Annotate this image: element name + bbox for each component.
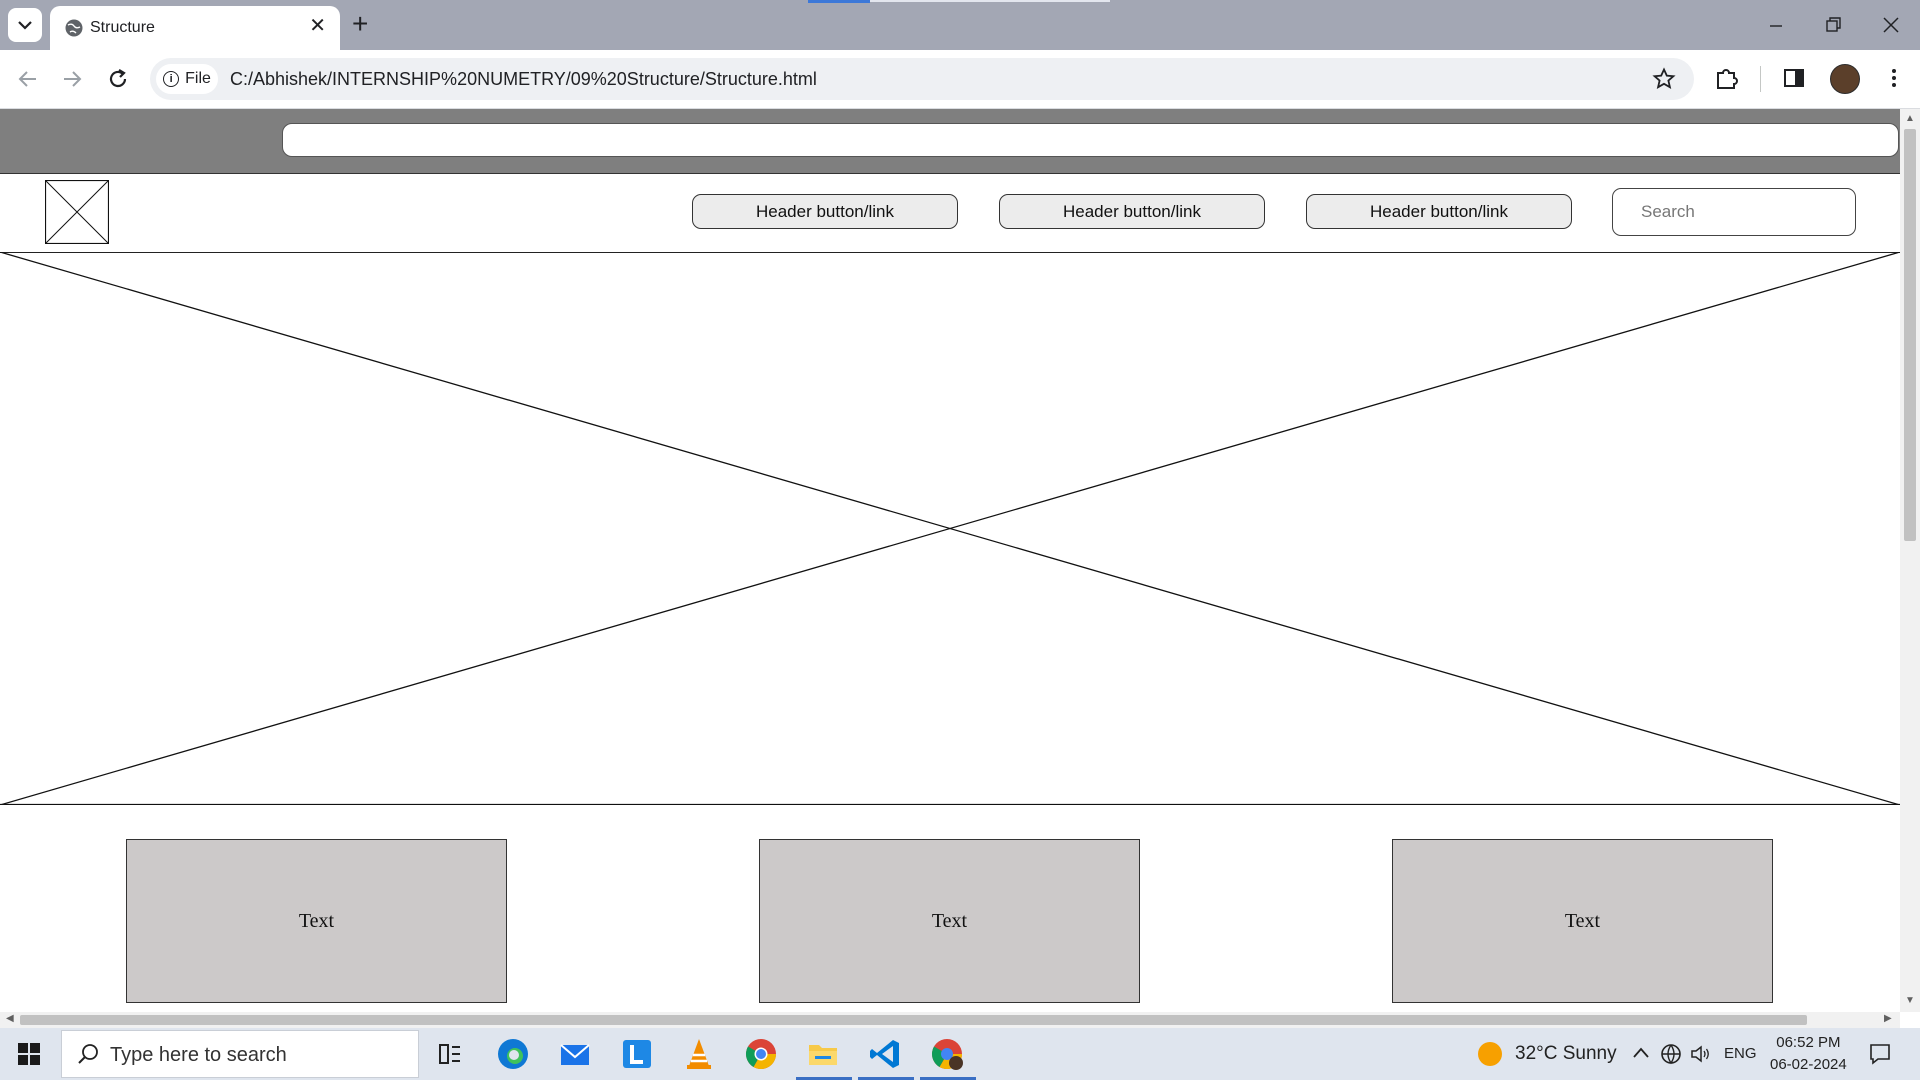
text-card-2: Text	[759, 839, 1140, 1003]
minimize-icon[interactable]	[1768, 18, 1784, 34]
star-icon[interactable]	[1652, 67, 1676, 91]
extensions-icon[interactable]	[1714, 65, 1740, 91]
scroll-right-icon[interactable]: ▶	[1884, 1013, 1892, 1024]
page-viewport: Header button/link Header button/link He…	[0, 109, 1900, 1012]
site-info-button[interactable]: i File	[156, 64, 218, 94]
restore-icon[interactable]	[1825, 16, 1843, 34]
logo-placeholder-image	[45, 180, 109, 244]
mail-icon[interactable]	[557, 1036, 593, 1072]
file-explorer-icon[interactable]	[805, 1036, 841, 1072]
vertical-scrollbar[interactable]: ▲ ▼	[1900, 109, 1920, 1012]
header-button-1[interactable]: Header button/link	[692, 194, 958, 229]
clock-time: 06:52 PM	[1776, 1034, 1841, 1051]
scroll-up-icon[interactable]: ▲	[1905, 113, 1915, 124]
windows-start-icon[interactable]	[18, 1043, 40, 1065]
scroll-left-icon[interactable]: ◀	[6, 1013, 14, 1024]
text-card-1: Text	[126, 839, 507, 1003]
windows-taskbar: Type here to search 32°C Sunny ENG 06:52…	[0, 1028, 1920, 1080]
loading-indicator	[808, 0, 870, 3]
chrome-profile-icon[interactable]	[929, 1036, 965, 1072]
url-text[interactable]: C:/Abhishek/INTERNSHIP%20NUMETRY/09%20St…	[230, 69, 817, 90]
search-icon	[78, 1044, 98, 1064]
language-indicator[interactable]: ENG	[1724, 1045, 1757, 1062]
globe-network-icon[interactable]	[1660, 1043, 1682, 1065]
scroll-down-icon[interactable]: ▼	[1905, 995, 1915, 1006]
clock[interactable]: 06:52 PM 06-02-2024	[1770, 1032, 1847, 1076]
tab-strip: Structure ✕ +	[0, 0, 1920, 50]
chrome-icon[interactable]	[743, 1036, 779, 1072]
top-bar	[0, 109, 1900, 174]
back-icon[interactable]	[16, 67, 40, 91]
header-search-input[interactable]	[1612, 188, 1856, 236]
taskbar-search-box[interactable]: Type here to search	[61, 1030, 419, 1078]
active-tab[interactable]: Structure ✕	[50, 6, 340, 50]
address-bar[interactable]: i File C:/Abhishek/INTERNSHIP%20NUMETRY/…	[150, 58, 1694, 100]
site-header: Header button/link Header button/link He…	[0, 174, 1900, 253]
tab-search-button[interactable]	[8, 8, 42, 42]
top-bar-input[interactable]	[282, 123, 1899, 157]
task-view-icon[interactable]	[432, 1036, 468, 1072]
text-card-3: Text	[1392, 839, 1773, 1003]
header-button-3[interactable]: Header button/link	[1306, 194, 1572, 229]
site-chip-label: File	[185, 70, 211, 87]
tab-title: Structure	[90, 19, 155, 36]
weather-text[interactable]: 32°C Sunny	[1515, 1043, 1617, 1065]
chevron-up-icon[interactable]	[1632, 1046, 1650, 1060]
speaker-icon[interactable]	[1690, 1044, 1712, 1064]
close-window-icon[interactable]	[1882, 16, 1900, 34]
taskbar-search-placeholder: Type here to search	[110, 1044, 287, 1066]
plus-icon[interactable]: +	[352, 10, 368, 38]
reload-icon[interactable]	[106, 67, 130, 91]
more-icon[interactable]	[1882, 66, 1906, 90]
header-button-2[interactable]: Header button/link	[999, 194, 1265, 229]
vertical-scroll-thumb[interactable]	[1904, 129, 1916, 541]
info-icon: i	[163, 71, 180, 87]
edge-icon[interactable]	[495, 1036, 531, 1072]
close-icon[interactable]: ✕	[309, 16, 326, 36]
notification-icon[interactable]	[1868, 1042, 1892, 1066]
chevron-down-icon	[18, 21, 32, 30]
loading-track	[870, 0, 1110, 2]
hero-placeholder-image	[0, 252, 1900, 805]
weather-sun-icon[interactable]	[1478, 1042, 1502, 1066]
toolbar-divider	[1760, 66, 1761, 92]
profile-avatar[interactable]	[1830, 64, 1860, 94]
l-app-icon[interactable]	[619, 1036, 655, 1072]
browser-toolbar: i File C:/Abhishek/INTERNSHIP%20NUMETRY/…	[0, 50, 1920, 109]
horizontal-scrollbar[interactable]: ◀ ▶	[0, 1012, 1900, 1028]
vscode-icon[interactable]	[867, 1036, 903, 1072]
side-panel-icon[interactable]	[1782, 66, 1806, 90]
horizontal-scroll-thumb[interactable]	[20, 1015, 1807, 1025]
forward-icon[interactable]	[60, 67, 84, 91]
globe-icon	[65, 19, 83, 37]
vlc-icon[interactable]	[681, 1036, 717, 1072]
clock-date: 06-02-2024	[1770, 1056, 1847, 1073]
